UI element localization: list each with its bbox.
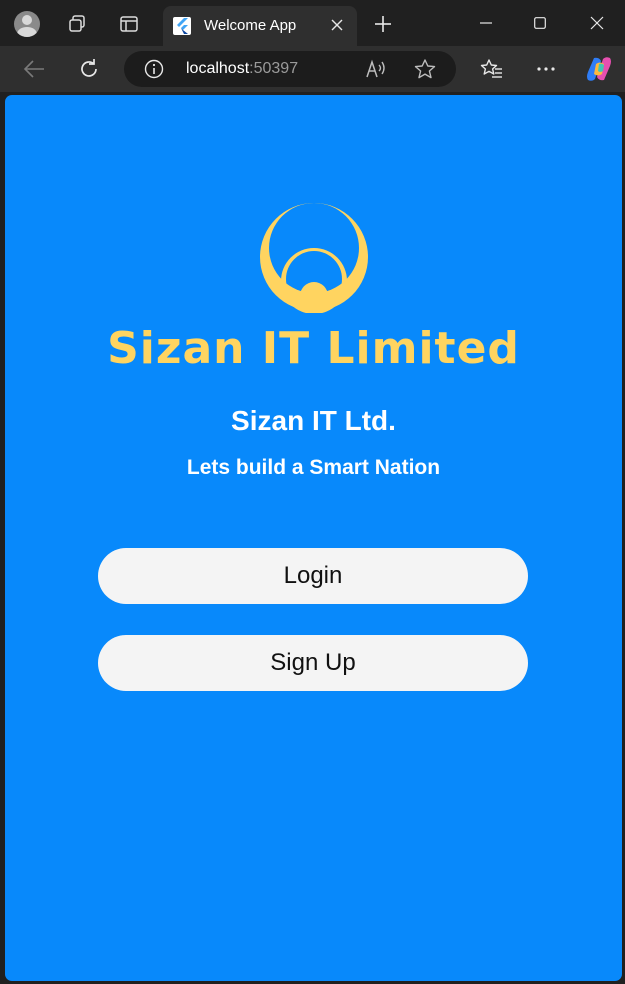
more-icon[interactable] — [530, 53, 562, 85]
maximize-icon[interactable] — [520, 8, 560, 38]
read-aloud-icon[interactable] — [365, 58, 387, 80]
profile-icon[interactable] — [11, 8, 43, 40]
url-port: :50397 — [249, 60, 299, 77]
back-arrow-icon[interactable] — [18, 53, 50, 85]
info-icon[interactable] — [144, 59, 164, 79]
refresh-icon[interactable] — [73, 53, 105, 85]
url-host: localhost — [186, 60, 250, 77]
sizan-logo-icon — [259, 203, 369, 318]
signup-button[interactable]: Sign Up — [98, 635, 528, 691]
tab-actions-icon[interactable] — [113, 8, 145, 40]
workspaces-icon[interactable] — [61, 8, 93, 40]
company-name: Sizan IT Ltd. — [231, 405, 396, 436]
login-button[interactable]: Login — [98, 548, 528, 604]
close-icon[interactable] — [327, 15, 347, 35]
close-icon[interactable] — [577, 8, 617, 38]
browser-toolbar: localhost:50397 — [0, 46, 625, 92]
copilot-icon[interactable] — [583, 53, 615, 85]
star-icon[interactable] — [414, 58, 436, 80]
app-content: Sizan IT Limited Sizan IT Ltd. Lets buil… — [5, 95, 622, 981]
tab-title: Welcome App — [204, 17, 297, 34]
flutter-favicon — [173, 17, 191, 35]
minimize-icon[interactable] — [466, 8, 506, 38]
tab-welcome-app[interactable]: Welcome App — [163, 6, 357, 46]
favorites-icon[interactable] — [476, 53, 508, 85]
plus-icon[interactable] — [367, 8, 399, 40]
url-text: localhost:50397 — [186, 60, 298, 78]
logo-text: Sizan IT Limited — [107, 323, 520, 374]
tagline: Lets build a Smart Nation — [186, 456, 441, 479]
browser-title-bar: Welcome App — [0, 0, 625, 46]
address-bar[interactable]: localhost:50397 — [124, 51, 456, 87]
